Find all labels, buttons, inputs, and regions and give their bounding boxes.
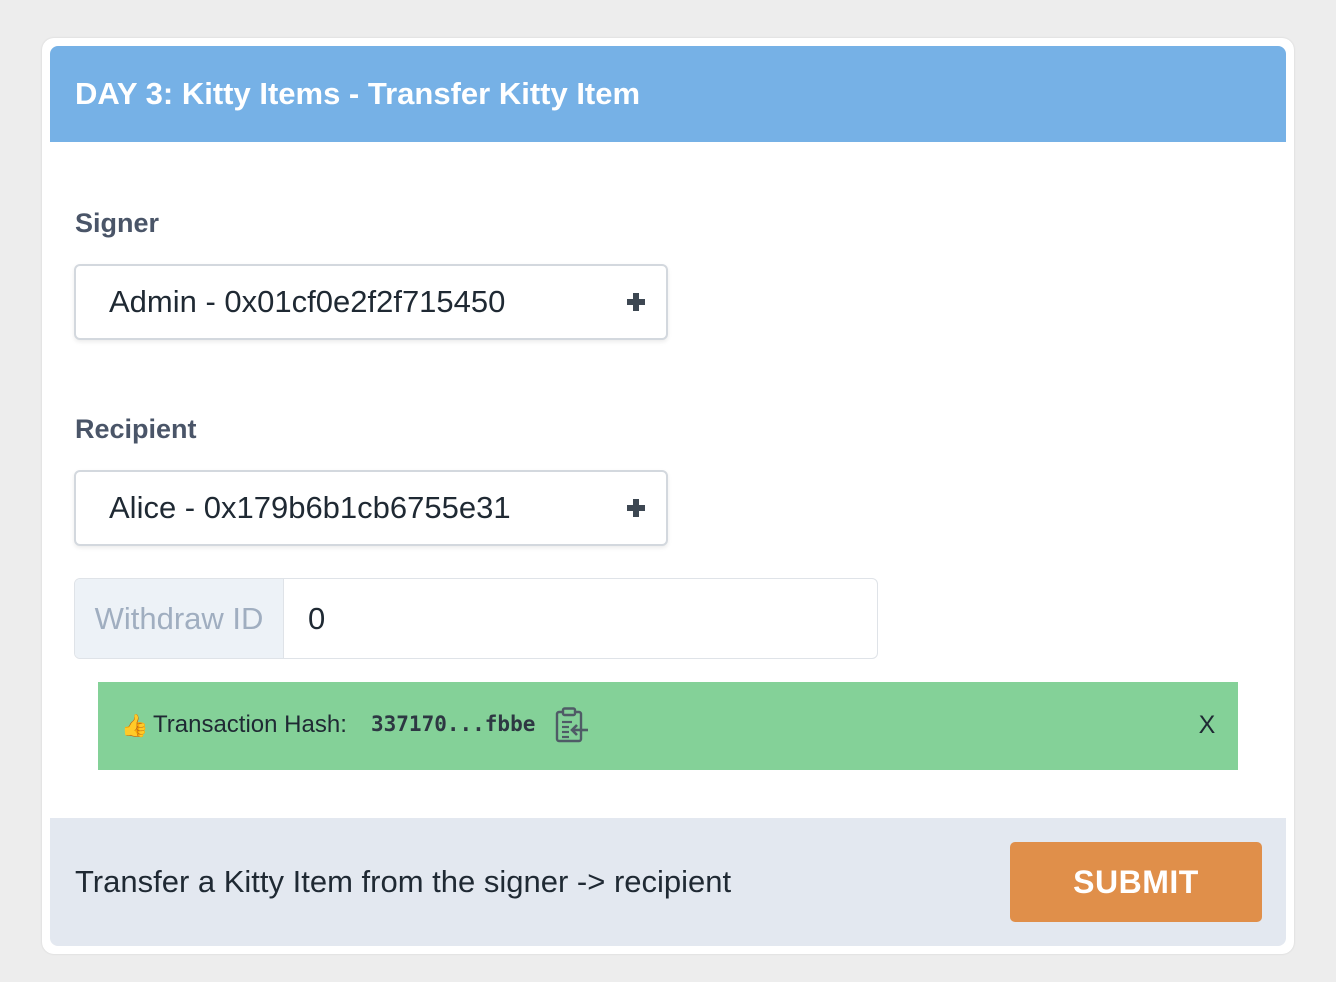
withdraw-id-input[interactable] xyxy=(284,579,864,658)
recipient-value: Alice - 0x179b6b1cb6755e31 xyxy=(109,490,511,525)
page-title: DAY 3: Kitty Items - Transfer Kitty Item xyxy=(75,76,641,111)
signer-select[interactable]: Admin - 0x01cf0e2f2f715450 xyxy=(74,264,668,340)
plus-icon xyxy=(626,498,646,518)
recipient-label: Recipient xyxy=(75,414,197,444)
close-button[interactable]: X xyxy=(1194,682,1220,768)
transaction-hash-label: Transaction Hash: xyxy=(153,711,347,738)
footer-description: Transfer a Kitty Item from the signer ->… xyxy=(75,864,732,899)
thumbs-up-icon: 👍 xyxy=(121,713,149,738)
withdraw-id-label: Withdraw ID xyxy=(75,579,284,658)
success-alert: 👍 Transaction Hash: 337170...fbbe X xyxy=(98,682,1238,770)
signer-value: Admin - 0x01cf0e2f2f715450 xyxy=(109,284,506,319)
transaction-hash-value: 337170...fbbe xyxy=(371,712,536,736)
withdraw-id-group: Withdraw ID xyxy=(74,578,878,659)
recipient-select[interactable]: Alice - 0x179b6b1cb6755e31 xyxy=(74,470,668,546)
plus-icon xyxy=(626,292,646,312)
card-footer: Transfer a Kitty Item from the signer ->… xyxy=(50,818,1286,946)
signer-label: Signer xyxy=(75,208,160,238)
clipboard-icon[interactable] xyxy=(554,706,590,744)
submit-button[interactable]: SUBMIT xyxy=(1010,842,1262,922)
card-header: DAY 3: Kitty Items - Transfer Kitty Item xyxy=(50,46,1286,142)
transaction-card: DAY 3: Kitty Items - Transfer Kitty Item… xyxy=(42,38,1294,954)
